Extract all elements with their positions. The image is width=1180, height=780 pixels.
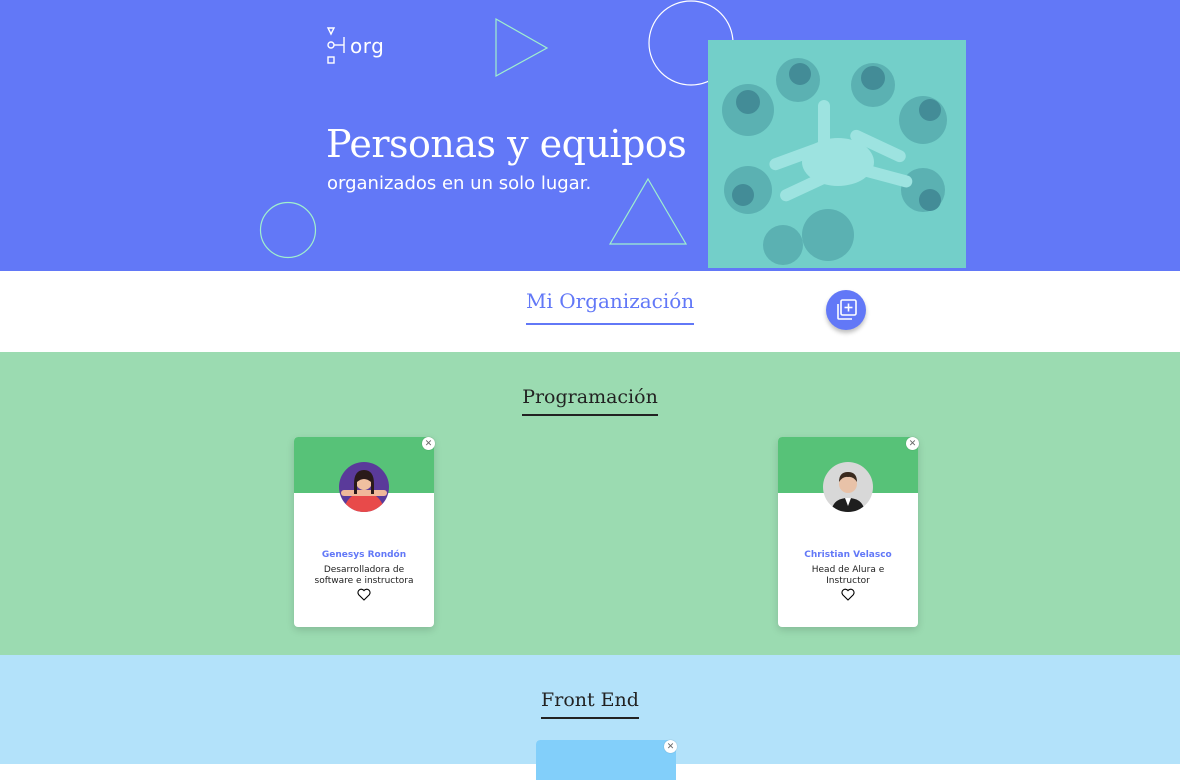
avatar — [823, 462, 873, 512]
logo-icon — [326, 27, 345, 64]
close-icon[interactable]: ✕ — [664, 740, 677, 753]
add-team-button[interactable] — [826, 290, 866, 330]
card-header: ✕ — [536, 740, 677, 780]
member-name: Christian Velasco — [804, 550, 892, 560]
member-role: Desarrolladora de software e instructora — [314, 565, 414, 586]
avatar — [339, 462, 389, 512]
team-section-programacion: Programación ✕ Genesys Rondón Desarrolla… — [0, 352, 1180, 655]
hero-title: Personas y equipos — [326, 122, 687, 166]
member-card: ✕ Genesys Rondón Desarrolladora de softw… — [294, 437, 435, 627]
logo-text: org — [350, 34, 385, 58]
hero-subtitle: organizados en un solo lugar. — [327, 173, 592, 194]
member-role: Head de Alura e Instructor — [811, 565, 885, 586]
triangle-outline-icon — [608, 177, 688, 245]
add-layer-icon — [837, 299, 857, 320]
triangle-play-icon — [495, 17, 549, 78]
logo: org — [326, 27, 384, 65]
member-card: ✕ Christian Velasco Head de Alura e Inst… — [778, 437, 919, 627]
member-name: Genesys Rondón — [321, 550, 407, 560]
team-section-front-end: Front End ✕ — [0, 655, 1180, 780]
team-title: Front End — [0, 689, 1180, 719]
heart-icon[interactable] — [357, 588, 371, 601]
team-title-text: Programación — [522, 386, 658, 416]
close-icon[interactable]: ✕ — [422, 437, 435, 450]
team-hands-photo — [708, 40, 966, 268]
close-icon[interactable]: ✕ — [906, 437, 919, 450]
team-title-text: Front End — [541, 689, 639, 719]
heart-icon[interactable] — [841, 588, 855, 601]
circle-outline-small-icon — [259, 201, 317, 259]
organization-title: Mi Organización — [526, 289, 695, 325]
member-card: ✕ — [536, 740, 677, 780]
hero-banner: org Personas y equipos organizados en un… — [0, 0, 1180, 271]
team-title: Programación — [0, 386, 1180, 416]
